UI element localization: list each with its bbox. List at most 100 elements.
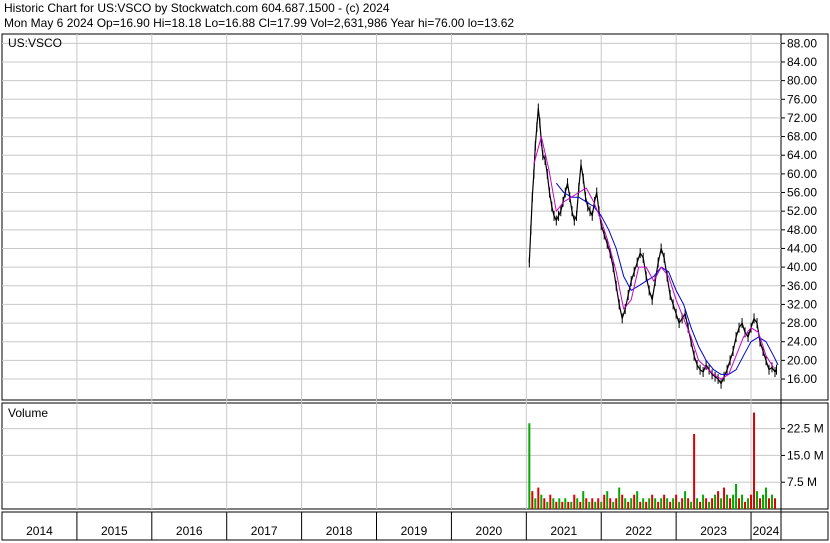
volume-bar xyxy=(699,501,702,509)
volume-bar xyxy=(636,491,639,509)
price-tick-label: 36.00 xyxy=(787,279,817,293)
moving-average-short-line xyxy=(533,136,774,380)
volume-bar xyxy=(549,494,552,509)
price-tick-label: 60.00 xyxy=(787,167,817,181)
price-tick-label: 32.00 xyxy=(787,297,817,311)
volume-bar xyxy=(597,498,600,509)
volume-bar xyxy=(669,501,672,509)
year-label: 2016 xyxy=(176,524,203,538)
volume-tick-label: 15.0 M xyxy=(787,448,824,462)
volume-bar xyxy=(708,501,711,509)
price-tick-label: 44.00 xyxy=(787,241,817,255)
year-label: 2015 xyxy=(101,524,128,538)
volume-bar xyxy=(564,498,567,509)
volume-bar xyxy=(561,501,564,509)
year-label: 2021 xyxy=(550,524,577,538)
volume-bar xyxy=(579,501,582,509)
volume-bar xyxy=(729,498,732,509)
volume-bar xyxy=(660,498,663,509)
price-tick-label: 56.00 xyxy=(787,186,817,200)
volume-bar xyxy=(711,498,714,509)
volume-bar xyxy=(621,494,624,509)
volume-bar xyxy=(546,501,549,509)
volume-bar xyxy=(606,491,609,509)
volume-bar xyxy=(714,494,717,509)
price-tick-label: 48.00 xyxy=(787,223,817,237)
volume-bar xyxy=(657,501,660,509)
volume-tick-label: 22.5 M xyxy=(787,422,824,436)
stock-chart: Historic Chart for US:VSCO by Stockwatch… xyxy=(0,0,830,543)
year-label: 2020 xyxy=(476,524,503,538)
volume-bar xyxy=(585,498,588,509)
price-tick-label: 88.00 xyxy=(787,36,817,50)
volume-bar xyxy=(693,434,696,509)
volume-bar xyxy=(612,501,615,509)
price-tick-label: 20.00 xyxy=(787,353,817,367)
volume-bar xyxy=(678,501,681,509)
price-tick-label: 52.00 xyxy=(787,204,817,218)
volume-bar xyxy=(759,498,762,509)
price-tick-label: 16.00 xyxy=(787,372,817,386)
volume-bar xyxy=(765,487,768,509)
volume-bar xyxy=(531,491,534,509)
volume-bar xyxy=(642,498,645,509)
volume-bar xyxy=(594,501,597,509)
volume-bar xyxy=(726,494,729,509)
volume-bar xyxy=(570,501,573,509)
volume-bar xyxy=(618,487,621,509)
volume-tick-label: 7.5 M xyxy=(787,475,817,489)
volume-bar xyxy=(747,498,750,509)
price-line xyxy=(528,107,778,385)
volume-bar xyxy=(639,501,642,509)
volume-bar xyxy=(555,501,558,509)
volume-bar xyxy=(591,498,594,509)
volume-bar xyxy=(756,491,759,509)
volume-bar xyxy=(750,494,753,509)
volume-bar xyxy=(600,501,603,509)
year-label: 2023 xyxy=(700,524,727,538)
volume-bar xyxy=(573,494,576,509)
volume-bar xyxy=(774,498,777,509)
volume-bar xyxy=(684,491,687,509)
volume-bar xyxy=(567,501,570,509)
price-panel-frame xyxy=(1,33,829,401)
volume-panel-frame xyxy=(1,402,829,510)
volume-bar xyxy=(753,412,756,509)
volume-bar xyxy=(645,501,648,509)
volume-bar xyxy=(672,498,675,509)
year-label: 2017 xyxy=(251,524,278,538)
volume-bar xyxy=(696,498,699,509)
volume-bar xyxy=(768,498,771,509)
volume-bar xyxy=(624,498,627,509)
volume-bar xyxy=(675,494,678,509)
price-tick-label: 68.00 xyxy=(787,130,817,144)
volume-bar xyxy=(690,501,693,509)
price-tick-label: 76.00 xyxy=(787,92,817,106)
volume-bar xyxy=(576,498,579,509)
volume-bar xyxy=(648,498,651,509)
volume-bar xyxy=(738,498,741,509)
volume-bar xyxy=(627,501,630,509)
volume-bar xyxy=(582,491,585,509)
volume-bar xyxy=(609,498,612,509)
volume-bar xyxy=(666,498,669,509)
volume-bar xyxy=(720,498,723,509)
year-label: 2014 xyxy=(26,524,53,538)
price-panel-title: US:VSCO xyxy=(8,36,62,50)
volume-bar xyxy=(735,484,738,509)
volume-bar xyxy=(537,487,540,509)
year-label: 2022 xyxy=(625,524,652,538)
volume-bar xyxy=(723,487,726,509)
year-label: 2024 xyxy=(753,524,780,538)
volume-bar xyxy=(717,491,720,509)
price-tick-label: 40.00 xyxy=(787,260,817,274)
volume-bar xyxy=(615,498,618,509)
volume-bar xyxy=(558,498,561,509)
price-tick-label: 72.00 xyxy=(787,111,817,125)
volume-bar xyxy=(762,494,765,509)
year-label: 2018 xyxy=(326,524,353,538)
volume-bar xyxy=(651,494,654,509)
volume-bar xyxy=(534,498,537,509)
volume-bar xyxy=(687,498,690,509)
volume-bar xyxy=(705,498,708,509)
